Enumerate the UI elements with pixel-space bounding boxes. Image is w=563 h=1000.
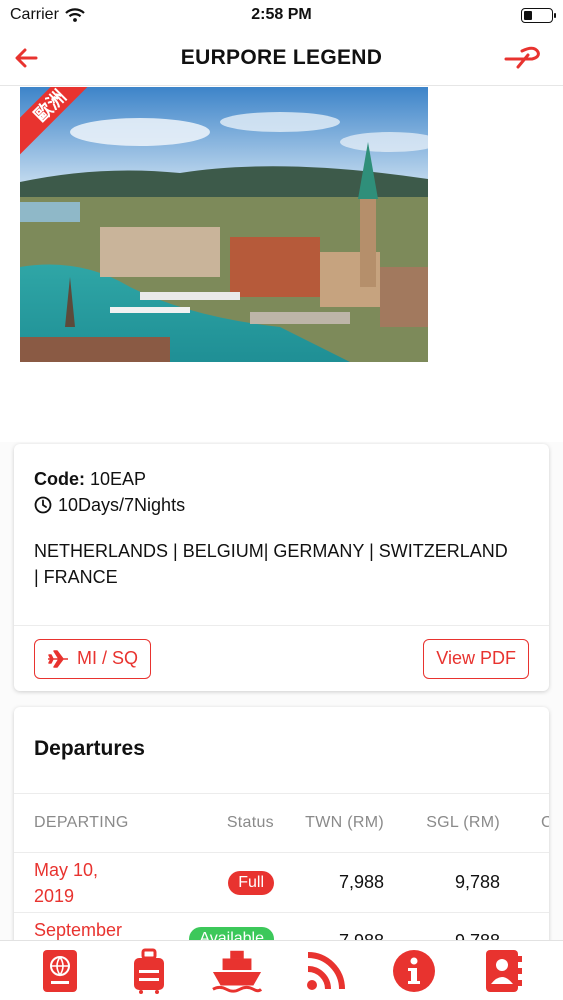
tour-info-footer: MI / SQ View PDF <box>14 625 549 691</box>
tab-contacts[interactable] <box>477 945 529 997</box>
hero-image: 歐洲 <box>20 87 428 362</box>
departure-date-line-1: September <box>34 920 123 940</box>
wifi-icon <box>65 8 85 22</box>
airline-button-label: MI / SQ <box>77 648 139 668</box>
contacts-book-icon <box>485 949 522 992</box>
luggage-icon <box>133 948 164 994</box>
column-header-departing: DEPARTING <box>34 814 129 831</box>
column-header-more: C <box>541 814 549 831</box>
airline-button[interactable]: MI / SQ <box>34 638 152 679</box>
info-icon <box>393 949 436 992</box>
plane-icon <box>48 649 68 668</box>
carrier-label: Carrier <box>10 6 59 23</box>
back-button[interactable] <box>8 40 44 76</box>
tour-code-line: Code: 10EAP <box>34 466 529 492</box>
departure-date-line-1: May 10, <box>34 859 99 880</box>
status-cell: Full <box>174 853 274 912</box>
tour-info-card: Code: 10EAP 10Days/7Nights NETHERLANDS |… <box>14 444 549 691</box>
tab-passport[interactable] <box>34 945 86 997</box>
arrow-left-icon <box>15 48 38 68</box>
tour-code-label: Code: <box>34 469 85 489</box>
status-badge: Available <box>189 927 274 940</box>
departures-table-header: DEPARTING Status TWN (RM) SGL (RM) C <box>14 793 549 853</box>
departures-title: Departures <box>34 737 145 760</box>
battery-level <box>524 10 532 20</box>
twin-price: 7,988 <box>338 872 384 892</box>
content-scroll[interactable]: 歐洲 Code: 10EAP 10Days/7Nights NETHERLAND… <box>0 87 563 940</box>
departure-date: September <box>34 913 174 940</box>
tour-info-body: Code: 10EAP 10Days/7Nights NETHERLANDS |… <box>14 444 549 590</box>
clock-icon <box>34 496 52 514</box>
cruise-ship-icon <box>212 950 263 993</box>
rss-feed-icon <box>306 951 345 990</box>
status-cell: Available <box>174 913 274 940</box>
single-price: 9,788 <box>399 913 500 940</box>
airline-logo-icon <box>504 46 540 69</box>
countries-line-2: | FRANCE <box>34 567 118 587</box>
tab-info[interactable] <box>388 945 440 997</box>
tab-luggage[interactable] <box>123 945 175 997</box>
departure-date-line-2: 2019 <box>34 885 75 906</box>
tour-countries: NETHERLANDS | BELGIUM| GERMANY | SWITZER… <box>34 538 529 590</box>
countries-line-1: NETHERLANDS | BELGIUM| GERMANY | SWITZER… <box>34 541 508 561</box>
tour-code-value: 10EAP <box>90 469 147 489</box>
column-header-sgl: SGL (RM) <box>426 814 500 831</box>
view-pdf-button[interactable]: View PDF <box>423 638 529 679</box>
twin-price: 7,988 <box>284 913 384 940</box>
departures-card: Departures DEPARTING Status TWN (RM) SGL… <box>14 707 549 940</box>
tab-bar <box>0 940 563 1000</box>
table-row[interactable]: May 10, 2019 Full 7,988 9,788 <box>14 853 549 913</box>
passport-icon <box>43 949 78 992</box>
tab-news-feed[interactable] <box>300 945 352 997</box>
tab-cruise[interactable] <box>211 945 263 997</box>
single-price: 9,788 <box>454 872 500 892</box>
column-header-twn: TWN (RM) <box>305 814 384 831</box>
airline-logo-button[interactable] <box>501 40 549 76</box>
status-badge: Full <box>228 870 274 895</box>
table-row[interactable]: September Available 7,988 9,788 <box>14 913 549 940</box>
zurich-city-photo <box>20 87 428 362</box>
battery-icon <box>521 7 556 23</box>
nav-bar: EURPORE LEGEND <box>0 30 563 86</box>
column-header-status: Status <box>226 814 274 831</box>
tour-duration: 10Days/7Nights <box>58 495 186 515</box>
tour-duration-line: 10Days/7Nights <box>34 492 529 518</box>
status-bar: Carrier 2:58 PM <box>0 0 563 30</box>
view-pdf-label: View PDF <box>436 648 516 668</box>
page-title: EURPORE LEGEND <box>180 45 383 69</box>
carrier-info: Carrier <box>10 6 85 24</box>
departure-date: May 10, 2019 <box>34 853 174 912</box>
